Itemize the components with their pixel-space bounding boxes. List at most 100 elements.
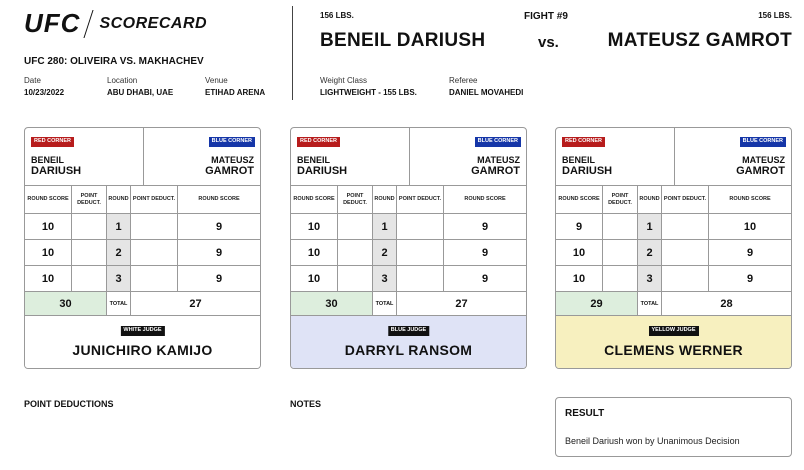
score-table-header: ROUND SCORE POINT DEDUCT. ROUND POINT DE… [291,186,526,214]
blue-last-name: GAMROT [471,165,520,178]
round-row: 10 1 9 [25,214,260,240]
corner-header: RED CORNER BENEIL DARIUSH BLUE CORNER MA… [25,128,260,186]
blue-first-name: MATEUSZ [211,155,254,165]
red-point-deduct-header: POINT DEDUCT. [603,186,638,214]
blue-corner-badge: BLUE CORNER [739,137,786,147]
corner-divider [409,128,410,186]
totals-row: 30 TOTAL 27 [25,292,260,316]
notes-title: NOTES [290,399,322,409]
blue-point-deduct [662,240,709,266]
result-box: RESULT Beneil Dariush won by Unanimous D… [555,397,792,457]
header-divider [292,6,293,100]
red-corner-name: BENEIL DARIUSH [31,155,81,178]
blue-round-score: 9 [709,266,791,292]
blue-corner-badge: BLUE CORNER [474,137,521,147]
date-field: Date 10/23/2022 [24,76,64,97]
red-last-name: DARIUSH [297,165,348,178]
blue-fighter-name: MATEUSZ GAMROT [607,30,792,51]
blue-round-score: 9 [444,214,526,240]
red-point-deduct [338,240,373,266]
judge-scorecard-2: RED CORNER BENEIL DARIUSH BLUE CORNER MA… [290,127,527,369]
round-number: 3 [373,266,397,292]
judge-scorecard-1: RED CORNER BENEIL DARIUSH BLUE CORNER MA… [24,127,261,369]
red-last-name: DARIUSH [562,165,613,178]
judge-badge: BLUE JUDGE [387,326,430,336]
logo-divider [83,9,94,38]
blue-round-score: 9 [709,240,791,266]
blue-point-deduct [662,266,709,292]
round-header: ROUND [373,186,397,214]
red-round-score-header: ROUND SCORE [556,186,603,214]
judge-footer: BLUE JUDGE DARRYL RANSOM [291,316,526,368]
judge-scorecard-3: RED CORNER BENEIL DARIUSH BLUE CORNER MA… [555,127,792,369]
red-weight: 156 LBS. [320,11,354,20]
ufc-wordmark: UFC [24,8,81,38]
round-row: 10 3 9 [291,266,526,292]
score-table-header: ROUND SCORE POINT DEDUCT. ROUND POINT DE… [25,186,260,214]
venue-label: Venue [205,76,228,85]
round-number: 1 [373,214,397,240]
blue-point-deduct [131,266,178,292]
blue-corner-name: MATEUSZ GAMROT [205,155,254,178]
red-first-name: BENEIL [562,155,596,165]
referee-label: Referee [449,76,478,85]
red-point-deduct [338,214,373,240]
red-corner-badge: RED CORNER [562,137,605,147]
red-point-deduct-header: POINT DEDUCT. [338,186,373,214]
result-text: Beneil Dariush won by Unanimous Decision [565,436,740,446]
referee-value: DANIEL MOVAHEDI [449,88,524,97]
scorecard-wordmark: SCORECARD [99,14,208,32]
judge-name: JUNICHIRO KAMIJO [72,342,213,358]
judge-footer: WHITE JUDGE JUNICHIRO KAMIJO [25,316,260,368]
round-number: 3 [107,266,131,292]
blue-last-name: GAMROT [736,165,785,178]
blue-round-score-header: ROUND SCORE [444,186,526,214]
blue-weight: 156 LBS. [758,11,792,20]
blue-point-deduct-header: POINT DEDUCT. [131,186,178,214]
blue-point-deduct-header: POINT DEDUCT. [397,186,444,214]
round-row: 10 3 9 [556,266,791,292]
round-number: 1 [638,214,662,240]
blue-point-deduct [397,214,444,240]
red-point-deduct [603,266,638,292]
blue-total: 27 [455,297,468,310]
red-round-score: 10 [291,214,338,240]
vs-label: vs. [538,34,559,51]
red-round-score-header: ROUND SCORE [25,186,72,214]
weight-class-label: Weight Class [320,76,367,85]
blue-first-name: MATEUSZ [742,155,785,165]
score-table-header: ROUND SCORE POINT DEDUCT. ROUND POINT DE… [556,186,791,214]
ufc-logo: UFC SCORECARD [24,8,207,39]
blue-round-score: 9 [178,240,260,266]
corner-divider [674,128,675,186]
venue-value: ETIHAD ARENA [205,88,266,97]
scorecard-header: UFC SCORECARD UFC 280: OLIVEIRA VS. MAKH… [0,0,804,110]
referee-field: Referee DANIEL MOVAHEDI [449,76,523,97]
round-row: 10 3 9 [25,266,260,292]
weight-class-value: LIGHTWEIGHT - 155 LBS. [320,88,417,97]
red-round-score: 10 [25,214,72,240]
corner-divider [143,128,144,186]
result-title: RESULT [565,408,605,419]
event-title: UFC 280: OLIVEIRA VS. MAKHACHEV [24,56,204,67]
red-total: 30 [25,292,107,315]
blue-round-score: 10 [709,214,791,240]
location-label: Location [107,76,138,85]
red-round-score-header: ROUND SCORE [291,186,338,214]
red-corner-name: BENEIL DARIUSH [562,155,612,178]
red-round-score: 9 [556,214,603,240]
blue-point-deduct [662,214,709,240]
round-row: 10 1 9 [291,214,526,240]
total-label: TOTAL [373,292,397,315]
total-label: TOTAL [638,292,662,315]
blue-corner-name: MATEUSZ GAMROT [736,155,785,178]
blue-total: 27 [189,297,202,310]
red-point-deduct [72,240,107,266]
weight-class-field: Weight Class LIGHTWEIGHT - 155 LBS. [320,76,417,97]
red-round-score: 10 [291,240,338,266]
blue-total: 28 [720,297,733,310]
red-fighter-name: BENEIL DARIUSH [320,30,486,51]
red-round-score: 10 [25,266,72,292]
point-deductions-title: POINT DEDUCTIONS [24,399,114,409]
corner-header: RED CORNER BENEIL DARIUSH BLUE CORNER MA… [556,128,791,186]
